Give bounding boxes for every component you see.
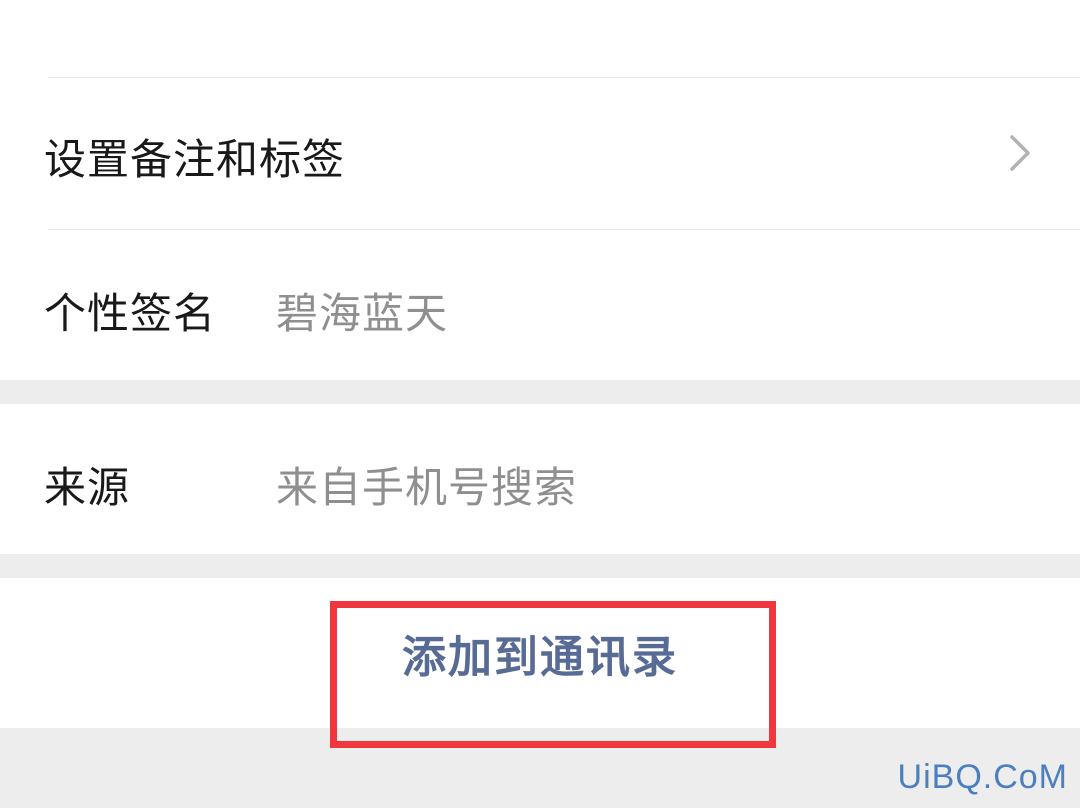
source-label: 来源 (44, 463, 131, 512)
source-row: 来源 来自手机号搜索 (0, 404, 1080, 554)
remark-and-tags-label: 设置备注和标签 (44, 135, 346, 184)
remark-and-tags-row[interactable]: 设置备注和标签 (0, 78, 1080, 228)
signature-row: 个性签名 碧海蓝天 (0, 230, 1080, 380)
add-to-contacts-button[interactable]: 添加到通讯录 (0, 578, 1080, 728)
signature-value: 碧海蓝天 (276, 289, 449, 338)
action-card: 添加到通讯录 (0, 578, 1080, 728)
chevron-right-icon (1010, 135, 1030, 171)
source-card: 来源 来自手机号搜索 (0, 404, 1080, 554)
add-to-contacts-label: 添加到通讯录 (402, 632, 678, 683)
profile-info-card: 设置备注和标签 个性签名 碧海蓝天 (0, 0, 1080, 380)
watermark-text: UiBQ.CoM (897, 758, 1068, 796)
signature-label: 个性签名 (44, 289, 217, 338)
source-value: 来自手机号搜索 (276, 463, 578, 512)
